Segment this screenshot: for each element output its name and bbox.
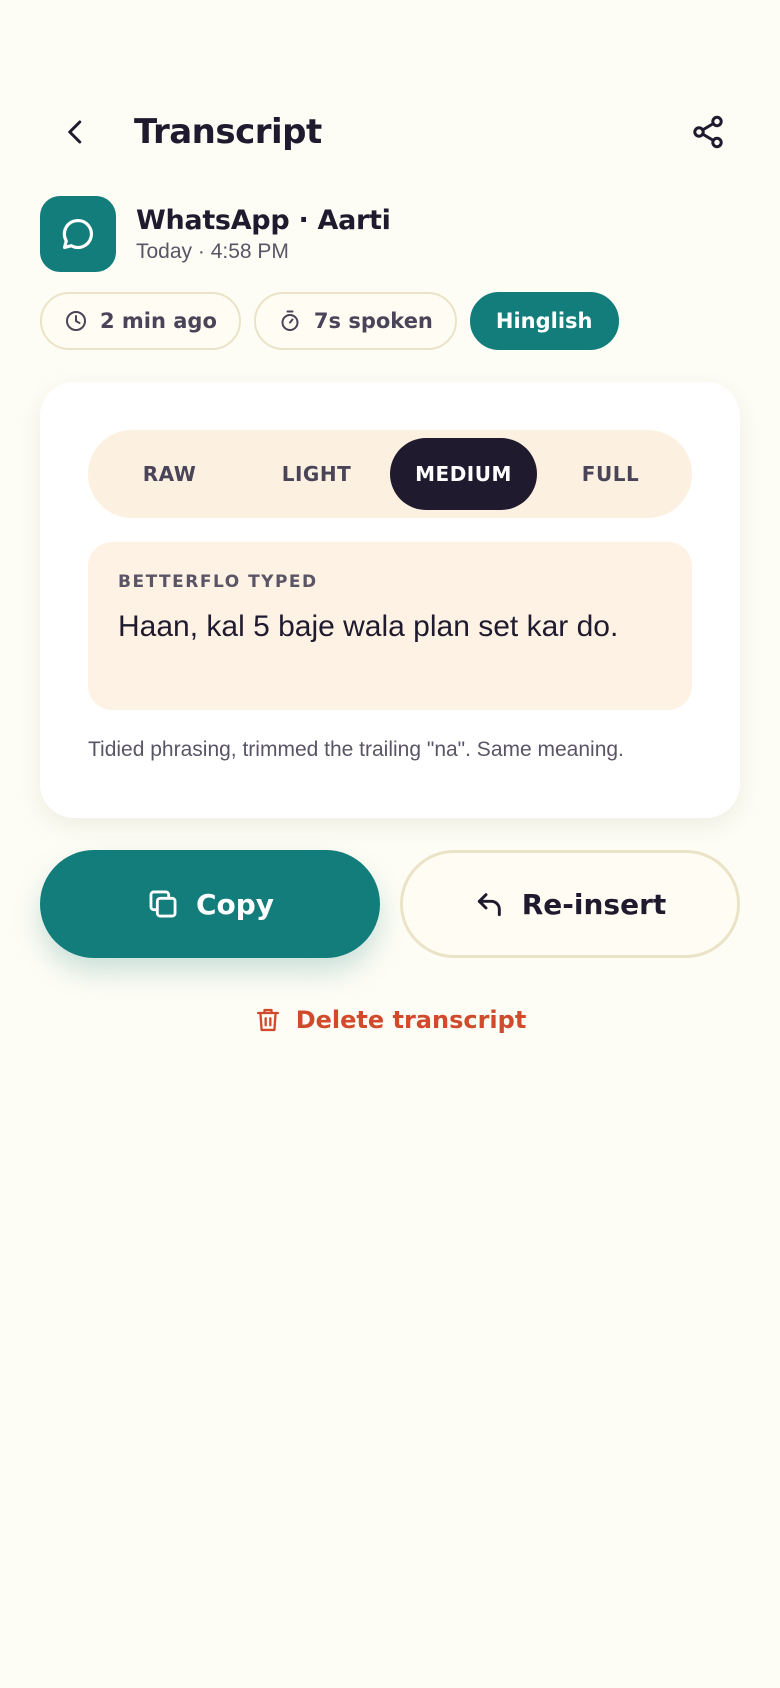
cleanup-level-selector: RAW LIGHT MEDIUM FULL [88, 430, 692, 518]
back-button[interactable] [44, 100, 108, 164]
delete-label: Delete transcript [295, 1006, 527, 1034]
app-time: Today · 4:58 PM [136, 239, 289, 263]
reply-arrow-icon [477, 893, 501, 917]
delete-transcript-button[interactable]: Delete transcript [0, 1005, 780, 1035]
app-icon [40, 196, 116, 272]
app-meta: WhatsApp · Aarti Today · 4:58 PM [136, 205, 391, 264]
cleanup-note: Tidied phrasing, trimmed the trailing "n… [88, 738, 624, 761]
reinsert-button[interactable]: Re-insert [400, 850, 740, 958]
clock-icon [66, 311, 86, 331]
chip-language[interactable]: Hinglish [469, 292, 619, 350]
copy-label: Copy [195, 887, 275, 921]
copy-icon [149, 890, 177, 918]
transcript-screen: Transcript WhatsApp · Aarti Today · 4:58… [0, 0, 780, 1688]
typed-output: BETTERFLO TYPED Haan, kal 5 baje wala pl… [88, 542, 692, 710]
action-buttons: Copy Re-insert [40, 850, 740, 958]
chips: 2 min ago 7s spoken Hinglish [40, 292, 619, 350]
chat-bubble-icon [62, 218, 93, 250]
chip-spoken: 7s spoken [253, 292, 457, 350]
stopwatch-icon [281, 310, 299, 331]
app-info: WhatsApp · Aarti Today · 4:58 PM [40, 196, 391, 272]
level-raw[interactable]: RAW [96, 438, 243, 510]
typed-label: BETTERFLO TYPED [118, 572, 318, 592]
transcript-card: RAW LIGHT MEDIUM FULL BETTERFLO TYPED Ha… [40, 382, 740, 818]
share-icon [693, 115, 723, 149]
trash-icon [256, 1008, 279, 1032]
page-title: Transcript [134, 112, 322, 152]
copy-button[interactable]: Copy [40, 850, 380, 958]
chip-spoken-label: 7s spoken [313, 309, 433, 333]
chip-time-ago: 2 min ago [40, 292, 241, 350]
app-name: WhatsApp · Aarti [136, 204, 391, 236]
level-full[interactable]: FULL [537, 438, 684, 510]
header: Transcript [40, 100, 740, 164]
chevron-left-icon [68, 120, 82, 144]
share-button[interactable] [676, 100, 740, 164]
level-medium[interactable]: MEDIUM [390, 438, 537, 510]
level-light[interactable]: LIGHT [243, 438, 390, 510]
chip-time-ago-label: 2 min ago [100, 309, 217, 333]
typed-text: Haan, kal 5 baje wala plan set kar do. [118, 610, 619, 643]
reinsert-label: Re-insert [521, 887, 667, 921]
